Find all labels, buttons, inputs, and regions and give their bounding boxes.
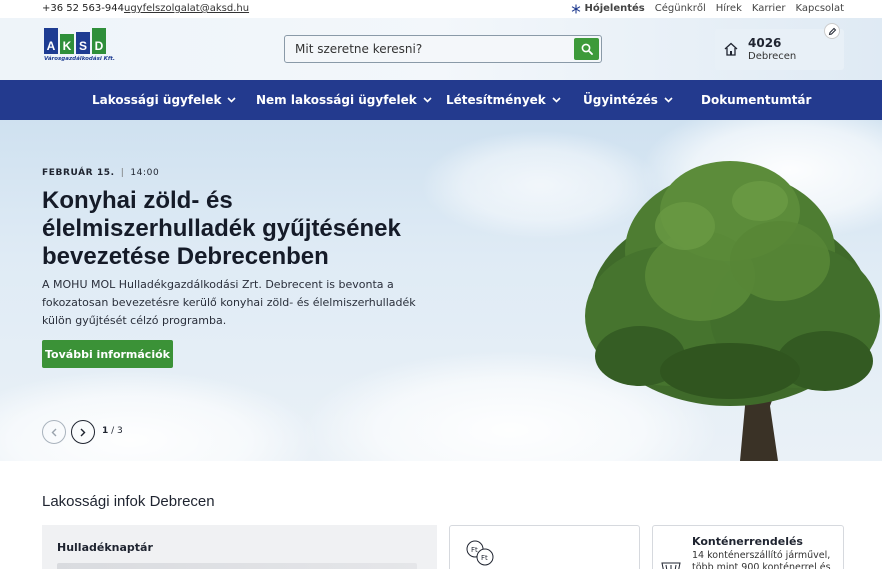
edit-location-button[interactable] <box>824 23 840 39</box>
search-button[interactable] <box>574 38 599 60</box>
hero-slider: FEBRUÁR 15. | 14:00 Konyhai zöld- és élelm… <box>0 120 882 461</box>
hero-lead: A MOHU MOL Hulladékgazdálkodási Zrt. Deb… <box>42 278 416 327</box>
logo-letter-k: K <box>60 34 74 54</box>
date-separator: | <box>120 168 125 178</box>
info-card-text-placeholder <box>57 563 417 569</box>
top-links: Hójelentés Cégünkről Hírek Karrier Kapcs… <box>571 3 844 14</box>
chevron-right-icon <box>80 428 86 436</box>
logo-letter-s: S <box>76 32 90 54</box>
phone-link[interactable]: +36 52 563-944 <box>42 3 124 14</box>
nav-item-label: Létesítmények <box>446 93 546 107</box>
info-card-title: Hulladéknaptár <box>57 541 153 554</box>
coins-icon: Ft Ft <box>466 540 494 566</box>
search-icon <box>581 43 593 55</box>
hero-title: Konyhai zöld- és élelmiszerhulladék gyűj… <box>42 187 401 270</box>
top-link-career[interactable]: Karrier <box>752 3 786 14</box>
nav-item-facilities[interactable]: Létesítmények <box>446 80 561 120</box>
slider-next-button[interactable] <box>71 420 95 444</box>
info-card-waste-calendar[interactable]: Hulladéknaptár <box>42 525 437 569</box>
chevron-down-icon <box>552 97 561 103</box>
top-link-snow-report[interactable]: Hójelentés <box>571 3 645 14</box>
news-date-time: 14:00 <box>130 168 160 178</box>
news-date: FEBRUÁR 15. | 14:00 <box>42 168 159 178</box>
search-box <box>284 35 602 63</box>
logo-letter-d: D <box>92 28 106 54</box>
main-nav: Lakossági ügyfelek Nem lakossági ügyfele… <box>0 80 882 120</box>
slider-pager: 1 / 3 <box>102 426 123 436</box>
slider-prev-button[interactable] <box>42 420 66 444</box>
nav-item-label: Ügyintézés <box>583 93 658 107</box>
nav-item-administration[interactable]: Ügyintézés <box>583 80 673 120</box>
location-zip: 4026 <box>748 36 782 50</box>
info-card-title: Konténerrendelés <box>692 535 803 548</box>
tree-illustration <box>585 161 880 461</box>
logo-letter-a: A <box>44 28 58 54</box>
nav-item-documents[interactable]: Dokumentumtár <box>701 80 811 120</box>
cloud-decoration <box>0 370 320 461</box>
top-link-label: Hójelentés <box>584 3 645 14</box>
info-card-container-order[interactable]: Konténerrendelés 14 konténerszállító jár… <box>652 525 844 569</box>
logo-letters: A K S D <box>44 28 110 54</box>
location-city: Debrecen <box>748 51 797 62</box>
search-input[interactable] <box>285 36 571 62</box>
section-title: Lakossági infok Debrecen <box>42 493 215 510</box>
location-selector[interactable]: 4026 Debrecen <box>715 23 844 70</box>
top-bar: +36 52 563-944 ugyfelszolgalat@aksd.hu H… <box>0 0 882 18</box>
nav-item-residential[interactable]: Lakossági ügyfelek <box>92 80 237 120</box>
nav-item-label: Lakossági ügyfelek <box>92 93 222 107</box>
chevron-down-icon <box>664 97 673 103</box>
nav-item-label: Nem lakossági ügyfelek <box>256 93 417 107</box>
info-card-desc: 14 konténerszállító járművel, több mint … <box>692 550 831 569</box>
pencil-icon <box>828 27 836 35</box>
snowflake-icon <box>572 4 581 13</box>
aksd-logo[interactable]: A K S D Városgazdálkodási Kft. <box>44 28 116 70</box>
container-truck-icon <box>661 562 681 569</box>
home-icon <box>724 42 738 56</box>
svg-text:Ft: Ft <box>481 554 488 562</box>
top-link-about[interactable]: Cégünkről <box>655 3 706 14</box>
nav-item-label: Dokumentumtár <box>701 93 812 107</box>
news-date-day: FEBRUÁR 15. <box>42 168 115 178</box>
svg-text:Ft: Ft <box>471 546 478 554</box>
logo-subtitle: Városgazdálkodási Kft. <box>44 56 116 62</box>
pager-total: / 3 <box>111 426 123 436</box>
top-link-contact[interactable]: Kapcsolat <box>795 3 844 14</box>
top-link-news[interactable]: Hírek <box>716 3 742 14</box>
header: A K S D Városgazdálkodási Kft. 4026 Debr… <box>0 18 882 80</box>
pager-current: 1 <box>102 426 109 436</box>
nav-item-business[interactable]: Nem lakossági ügyfelek <box>256 80 432 120</box>
chevron-left-icon <box>51 428 57 436</box>
chevron-down-icon <box>423 97 432 103</box>
chevron-down-icon <box>227 97 237 103</box>
info-card-fees[interactable]: Ft Ft <box>449 525 640 569</box>
email-link[interactable]: ugyfelszolgalat@aksd.hu <box>124 3 249 14</box>
more-info-button[interactable]: További információk <box>42 340 173 368</box>
